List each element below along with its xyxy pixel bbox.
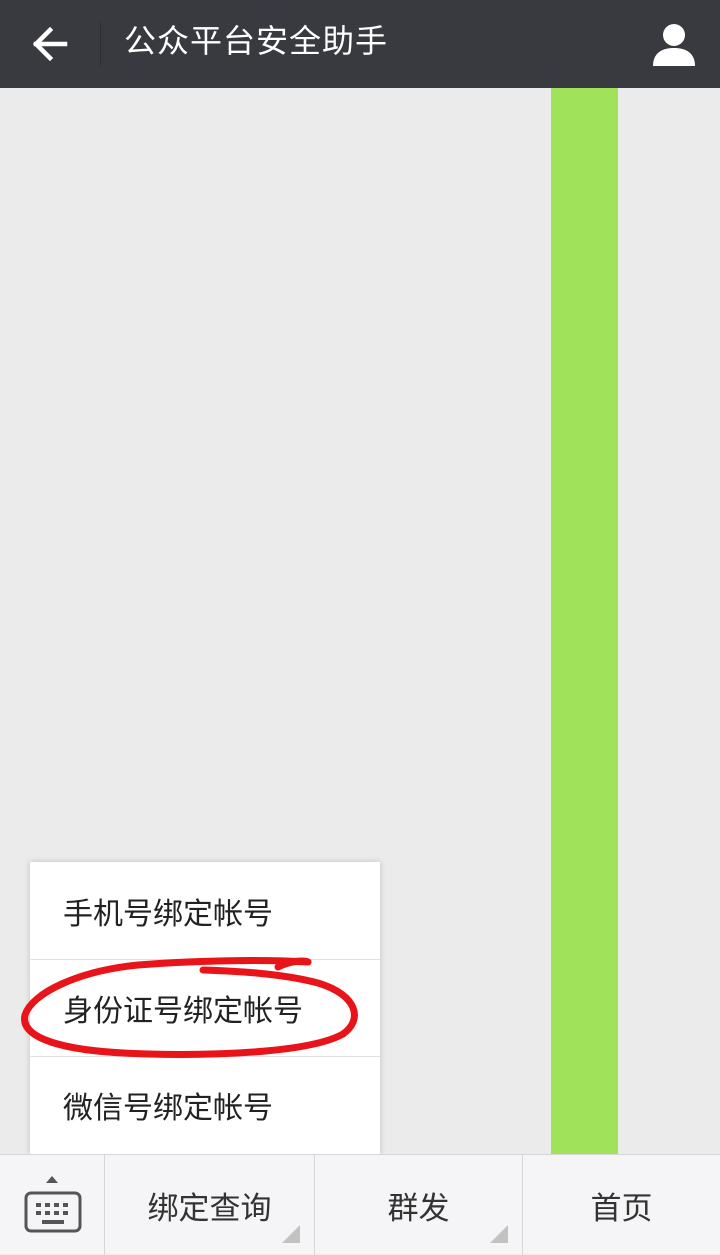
menu-item-label: 微信号绑定帐号 [63,1091,273,1126]
menu-item-label: 身份证号绑定帐号 [63,994,303,1029]
person-icon [653,24,695,66]
top-nav-bar: 公众平台安全助手 [0,0,720,88]
submenu-popup: 手机号绑定帐号 身份证号绑定帐号 微信号绑定帐号 [30,862,380,1154]
green-accent-bar [551,88,618,1154]
caret-up-icon [46,1176,58,1183]
tab-bind-query[interactable]: 绑定查询 [105,1155,315,1255]
tab-label: 群发 [387,1190,450,1227]
arrow-left-icon [32,27,68,61]
menu-item-wechat-bind[interactable]: 微信号绑定帐号 [30,1056,380,1153]
tab-mass-send[interactable]: 群发 [315,1155,523,1255]
keyboard-icon [24,1191,82,1233]
menu-item-phone-bind[interactable]: 手机号绑定帐号 [30,862,380,959]
tab-label: 首页 [590,1190,653,1227]
submenu-indicator-icon [490,1225,508,1243]
header-divider [100,22,101,66]
back-button[interactable] [0,0,100,88]
page-title: 公众平台安全助手 [124,22,389,60]
tab-label: 绑定查询 [147,1190,272,1227]
bottom-menu-bar: 绑定查询 群发 首页 [0,1154,720,1255]
menu-item-id-card-bind[interactable]: 身份证号绑定帐号 [30,959,380,1056]
submenu-indicator-icon [282,1225,300,1243]
profile-button[interactable] [644,14,704,74]
menu-item-label: 手机号绑定帐号 [63,896,273,932]
keyboard-toggle-button[interactable] [0,1155,105,1255]
tab-home[interactable]: 首页 [523,1155,720,1255]
